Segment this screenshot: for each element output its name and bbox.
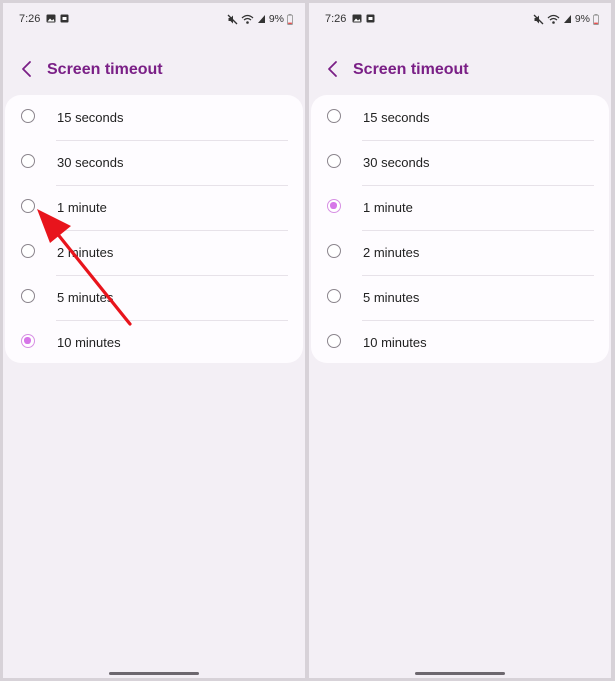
option-5-minutes[interactable]: 5 minutes (311, 276, 609, 321)
radio-button[interactable] (327, 334, 341, 348)
signal-icon (563, 14, 572, 24)
page-title: Screen timeout (47, 61, 163, 78)
battery-icon (287, 13, 293, 25)
screenshot-icon (60, 14, 69, 23)
status-bar: 7:26 9% (3, 3, 305, 37)
radio-button[interactable] (327, 244, 341, 258)
option-2-minutes[interactable]: 2 minutes (5, 231, 303, 276)
radio-button[interactable] (21, 109, 35, 123)
gallery-icon (46, 14, 56, 23)
option-10-minutes[interactable]: 10 minutes (311, 321, 609, 366)
home-indicator (109, 672, 199, 675)
app-bar: Screen timeout (309, 53, 611, 87)
gallery-icon (352, 14, 362, 23)
option-label: 2 minutes (57, 245, 114, 260)
mute-icon (533, 14, 544, 25)
option-2-minutes[interactable]: 2 minutes (311, 231, 609, 276)
option-10-minutes[interactable]: 10 minutes (5, 321, 303, 366)
phone-screen-right: 7:26 9% Screen timeout 15 seconds 30 sec… (309, 3, 611, 678)
option-label: 2 minutes (363, 245, 420, 260)
status-time: 7:26 (19, 13, 41, 25)
radio-button[interactable] (21, 244, 35, 258)
chevron-left-icon (328, 61, 337, 77)
radio-button[interactable] (21, 199, 35, 213)
option-label: 5 minutes (363, 290, 420, 305)
battery-icon (593, 13, 599, 25)
option-label: 30 seconds (363, 155, 430, 170)
option-30-seconds[interactable]: 30 seconds (5, 141, 303, 186)
page-title: Screen timeout (353, 61, 469, 78)
option-30-seconds[interactable]: 30 seconds (311, 141, 609, 186)
radio-button-selected[interactable] (327, 199, 341, 213)
home-indicator (415, 672, 505, 675)
option-15-seconds[interactable]: 15 seconds (5, 96, 303, 141)
wifi-icon (241, 14, 254, 25)
option-label: 10 minutes (363, 335, 427, 350)
option-5-minutes[interactable]: 5 minutes (5, 276, 303, 321)
back-button[interactable] (16, 58, 38, 80)
option-label: 30 seconds (57, 155, 124, 170)
app-bar: Screen timeout (3, 53, 305, 87)
option-label: 1 minute (57, 200, 107, 215)
radio-button[interactable] (327, 289, 341, 303)
option-1-minute[interactable]: 1 minute (5, 186, 303, 231)
radio-button[interactable] (327, 154, 341, 168)
battery-level: 9% (268, 13, 284, 25)
timeout-options-card: 15 seconds 30 seconds 1 minute 2 minutes… (311, 95, 609, 363)
phone-screen-left: 7:26 9% Screen timeout 15 seconds 30 sec… (3, 3, 305, 678)
timeout-options-card: 15 seconds 30 seconds 1 minute 2 minutes… (5, 95, 303, 363)
chevron-left-icon (22, 61, 31, 77)
radio-button[interactable] (327, 109, 341, 123)
signal-icon (257, 14, 266, 24)
option-label: 15 seconds (363, 110, 430, 125)
back-button[interactable] (322, 58, 344, 80)
radio-button-selected[interactable] (21, 334, 35, 348)
radio-button[interactable] (21, 154, 35, 168)
battery-level: 9% (574, 13, 590, 25)
option-label: 15 seconds (57, 110, 124, 125)
status-time: 7:26 (325, 13, 347, 25)
radio-button[interactable] (21, 289, 35, 303)
option-label: 1 minute (363, 200, 413, 215)
option-label: 10 minutes (57, 335, 121, 350)
option-1-minute[interactable]: 1 minute (311, 186, 609, 231)
wifi-icon (547, 14, 560, 25)
status-bar: 7:26 9% (309, 3, 611, 37)
option-label: 5 minutes (57, 290, 114, 305)
mute-icon (227, 14, 238, 25)
option-15-seconds[interactable]: 15 seconds (311, 96, 609, 141)
screenshot-icon (366, 14, 375, 23)
